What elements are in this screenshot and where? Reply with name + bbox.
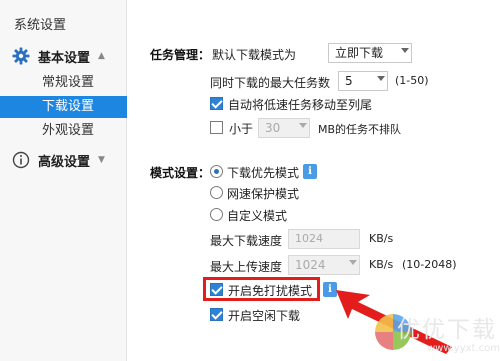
move-slow-tasks-label: 自动将低速任务移动至列尾 <box>228 98 373 112</box>
chevron-down-icon <box>377 76 385 81</box>
watermark-url: www.yyxt.com <box>427 343 500 354</box>
task-management-title: 任务管理： <box>150 48 211 62</box>
mode-settings-title: 模式设置： <box>150 166 211 180</box>
do-not-disturb-label: 开启免打扰模式 <box>228 284 313 298</box>
idle-download-checkbox[interactable] <box>210 308 223 321</box>
max-tasks-select[interactable]: 5 <box>338 71 388 91</box>
do-not-disturb-checkbox[interactable] <box>210 283 223 296</box>
chevron-down-icon <box>299 123 307 128</box>
radio-custom-mode-label: 自定义模式 <box>227 209 288 223</box>
gear-icon <box>12 47 30 65</box>
chevron-down-icon <box>349 260 357 265</box>
sidebar-group-label: 高级设置 <box>38 154 91 170</box>
default-mode-label: 默认下载模式为 <box>212 48 297 62</box>
sidebar-group-advanced-settings[interactable]: 高级设置 ▼ <box>12 150 105 170</box>
idle-download-label: 开启空闲下载 <box>228 309 301 323</box>
sidebar-item-general[interactable]: 常规设置 <box>0 72 127 94</box>
info-circle-icon <box>12 151 30 169</box>
max-tasks-label: 同时下载的最大任务数 <box>210 76 331 90</box>
radio-download-priority[interactable] <box>210 165 223 178</box>
sidebar-group-basic-settings[interactable]: 基本设置 ▲ <box>12 46 105 66</box>
radio-custom-mode[interactable] <box>210 208 223 221</box>
info-icon[interactable]: i <box>303 164 317 179</box>
sidebar-group-label: 基本设置 <box>38 50 91 66</box>
app-title: 系统设置 <box>14 18 67 33</box>
max-download-label: 最大下载速度 <box>210 234 283 248</box>
radio-download-priority-label: 下载优先模式 <box>227 166 300 180</box>
default-mode-select[interactable]: 立即下载 <box>328 43 412 63</box>
chevron-up-icon: ▲ <box>98 51 105 61</box>
max-download-input[interactable]: 1024 <box>288 229 360 249</box>
max-upload-value: 1024 <box>295 258 326 272</box>
max-upload-unit: KB/s <box>369 258 394 271</box>
move-slow-tasks-checkbox[interactable] <box>210 97 223 110</box>
max-tasks-range: (1-50) <box>395 74 429 87</box>
max-tasks-value: 5 <box>345 74 353 88</box>
max-download-unit: KB/s <box>369 232 394 245</box>
max-upload-select[interactable]: 1024 <box>288 255 360 275</box>
sidebar: 系统设置 基本设置 ▲ 常规设置 下载设置 外观设置 高级设置 ▼ <box>0 0 127 361</box>
sidebar-item-appearance[interactable]: 外观设置 <box>0 120 127 142</box>
radio-network-protection-label: 网速保护模式 <box>227 187 300 201</box>
chevron-down-icon <box>401 48 409 53</box>
less-than-select[interactable]: 30 <box>258 118 310 138</box>
less-than-suffix: MB的任务不排队 <box>318 123 402 136</box>
sidebar-item-download[interactable]: 下载设置 <box>0 96 127 118</box>
less-than-checkbox[interactable] <box>210 121 223 134</box>
watermark-text: 优优下载 <box>397 317 497 343</box>
default-mode-value: 立即下载 <box>335 46 384 60</box>
chevron-down-icon: ▼ <box>98 155 105 165</box>
max-upload-range: (10-2048) <box>402 258 457 271</box>
radio-network-protection[interactable] <box>210 186 223 199</box>
max-upload-label: 最大上传速度 <box>210 260 283 274</box>
less-than-label: 小于 <box>229 122 254 136</box>
less-than-value: 30 <box>265 121 281 135</box>
